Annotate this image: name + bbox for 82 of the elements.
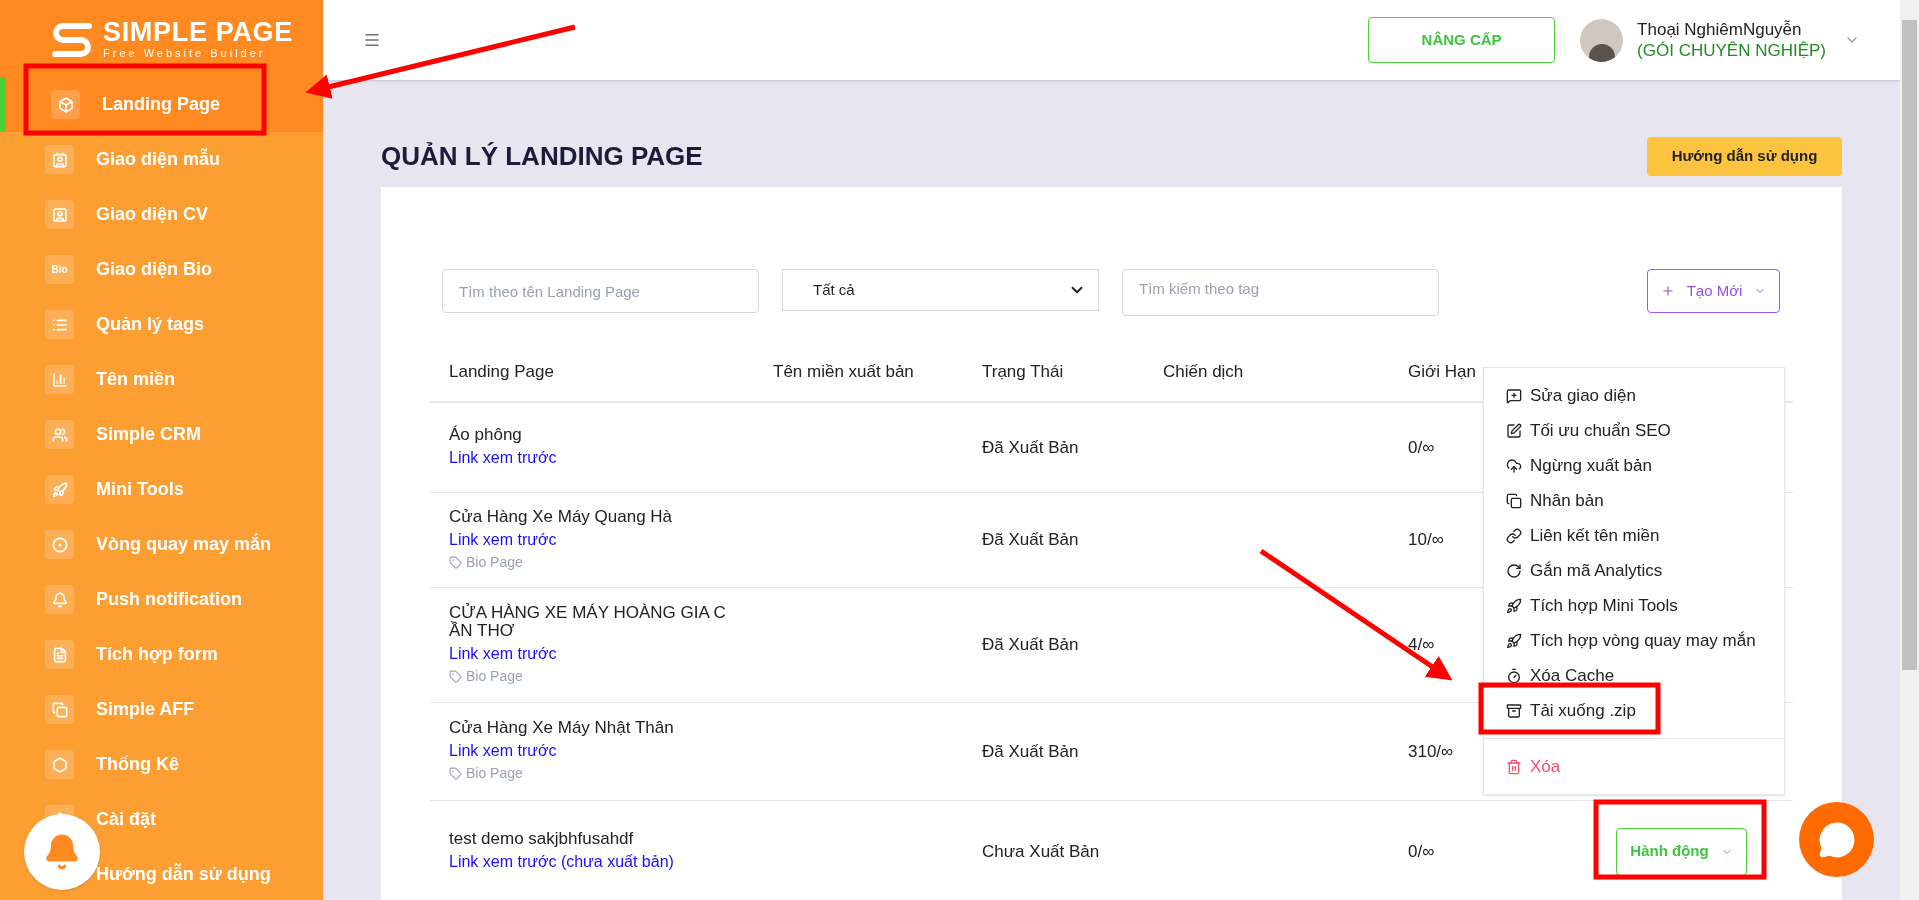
menu-item[interactable]: Tải xuống .zip	[1484, 693, 1784, 728]
tag-icon	[449, 669, 462, 683]
user-plan: (GÓI CHUYÊN NGHIỆP)	[1637, 40, 1826, 62]
preview-link[interactable]: Link xem trước	[449, 527, 754, 552]
menu-item-icon	[45, 640, 74, 669]
page-name: test demo sakjbhfusahdf	[449, 829, 635, 848]
menu-item-icon	[45, 145, 74, 174]
menu-item-icon	[1506, 492, 1522, 509]
status-text: Đã Xuất Bản	[981, 740, 1080, 763]
user-name: Thoại NghiêmNguyễn	[1637, 18, 1803, 40]
page-title: QUẢN LÝ LANDING PAGE	[381, 140, 703, 173]
preview-link[interactable]: Link xem trước	[449, 739, 754, 763]
bell-icon	[43, 833, 81, 871]
plus-icon	[1660, 284, 1675, 298]
menu-item-icon	[1506, 527, 1522, 544]
menu-item-icon	[45, 695, 74, 724]
preview-link[interactable]: Link xem trước	[449, 641, 754, 666]
menu-item-icon	[45, 585, 74, 614]
menu-item[interactable]: Tích hợp Mini Tools	[1484, 588, 1784, 623]
limit-text: 0/∞	[1408, 436, 1435, 459]
preview-link[interactable]: Link xem trước (chưa xuất bản)	[449, 849, 754, 874]
menu-item-icon	[1506, 387, 1522, 404]
menu-item-icon	[1506, 667, 1522, 684]
menu-item-icon	[1506, 758, 1522, 775]
tag-icon	[449, 555, 462, 569]
page-name: Áo phông	[449, 425, 523, 444]
menu-item-icon	[45, 420, 74, 449]
status-text: Đã Xuất Bản	[981, 436, 1080, 459]
column-header: Chiến dịch	[1162, 361, 1245, 384]
menu-item-icon	[45, 475, 74, 504]
menu-item-icon	[1506, 632, 1522, 649]
menu-item[interactable]: Xóa	[1484, 749, 1784, 784]
menu-item-icon	[45, 200, 74, 229]
create-button[interactable]: Tạo Mới	[1647, 269, 1780, 313]
guide-button[interactable]: Hướng dẫn sử dụng	[1647, 137, 1842, 176]
status-text: Chưa Xuất Bản	[981, 840, 1101, 863]
scrollbar[interactable]	[1900, 0, 1919, 900]
preview-link[interactable]: Link xem trước	[449, 445, 754, 470]
menu-item-icon	[45, 310, 74, 339]
avatar[interactable]	[1580, 18, 1624, 62]
menu-item-icon	[45, 365, 74, 394]
menu-icon[interactable]	[363, 31, 381, 49]
brand-tagline: Free Website Builder	[103, 47, 267, 59]
menu-item[interactable]: Xóa Cache	[1484, 658, 1784, 693]
status-select[interactable]: Tất cả	[782, 269, 1099, 311]
menu-item[interactable]: Liên kết tên miền	[1484, 518, 1784, 553]
brand-name: SIMPLE PAGE	[103, 18, 293, 46]
tag-search-field[interactable]: Tìm kiếm theo tag	[1122, 269, 1439, 316]
limit-text: 0/∞	[1408, 840, 1435, 863]
limit-text: 310/∞	[1408, 740, 1454, 763]
menu-item-icon	[45, 750, 74, 779]
menu-item[interactable]: Tích hợp vòng quay may mắn	[1484, 623, 1784, 658]
limit-text: 10/∞	[1408, 529, 1444, 552]
limit-text: 4/∞	[1408, 634, 1435, 657]
menu-item[interactable]: Nhân bản	[1484, 483, 1784, 518]
page-name: Cửa Hàng Xe Máy Nhật Thân	[449, 719, 675, 737]
menu-item[interactable]: Sửa giao diện	[1484, 378, 1784, 413]
menu-item-icon	[51, 90, 80, 119]
menu-item-icon	[1506, 597, 1522, 614]
menu-item-icon	[45, 530, 74, 559]
column-header: Tên miền xuất bản	[772, 361, 915, 384]
tag-label: Bio Page	[466, 666, 523, 686]
chat-icon	[1817, 820, 1856, 859]
tag-label: Bio Page	[466, 552, 523, 572]
tag-icon	[449, 767, 462, 780]
status-text: Đã Xuất Bản	[981, 634, 1080, 657]
name-search-field[interactable]: Tìm theo tên Landing Page	[442, 269, 759, 313]
menu-item[interactable]: Tối ưu chuẩn SEO	[1484, 413, 1784, 448]
menu-item-icon	[1506, 702, 1522, 719]
page-name: CỬA HÀNG XE MÁY HOÀNG GIA C ẦN THƠ	[449, 603, 727, 640]
bio-icon: Bio	[45, 255, 74, 284]
column-header: Giới Hạn	[1407, 361, 1477, 384]
column-header: Trạng Thái	[981, 361, 1065, 384]
menu-item[interactable]: Ngừng xuất bản	[1484, 448, 1784, 483]
column-header: Landing Page	[448, 361, 555, 384]
menu-item-icon	[1506, 562, 1522, 579]
tag-label: Bio Page	[466, 764, 523, 783]
status-text: Đã Xuất Bản	[981, 529, 1080, 552]
menu-item-icon	[1506, 457, 1522, 474]
page-name: Cửa Hàng Xe Máy Quang Hà	[449, 507, 674, 526]
menu-item[interactable]: Gắn mã Analytics	[1484, 553, 1784, 588]
menu-item-icon	[1506, 422, 1522, 439]
